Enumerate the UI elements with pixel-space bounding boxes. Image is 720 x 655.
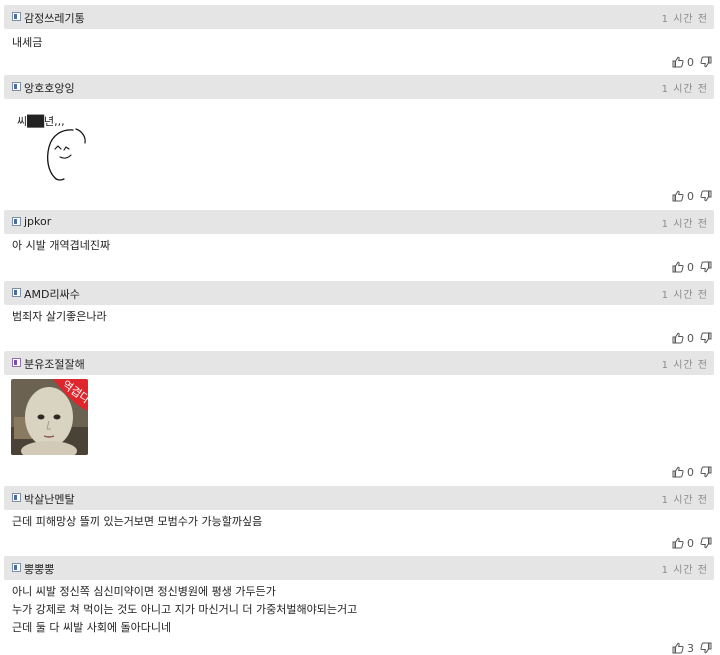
thumbs-down-icon[interactable] xyxy=(700,332,712,344)
vote-bar: 3 xyxy=(672,641,712,655)
thumbs-up-icon[interactable] xyxy=(672,466,684,478)
level-icon xyxy=(12,493,21,502)
comment-nickname[interactable]: AMD리싸수 xyxy=(24,286,80,302)
comment-nickname[interactable]: jpkor xyxy=(24,215,51,228)
thumbs-down-icon[interactable] xyxy=(700,466,712,478)
comment-time: 1 시간 전 xyxy=(661,84,708,95)
level-icon xyxy=(12,217,21,226)
vote-bar: 0 xyxy=(672,536,712,550)
thumbs-down-icon[interactable] xyxy=(700,190,712,202)
vote-bar: 0 xyxy=(672,189,712,203)
thumbs-up-icon[interactable] xyxy=(672,642,684,654)
comment-header: jpkor 1 시간 전 xyxy=(4,210,714,234)
like-count: 0 xyxy=(687,331,694,345)
like-count: 0 xyxy=(687,260,694,274)
comment-nickname[interactable]: 뿡뿡뿡 xyxy=(24,561,54,577)
comment-nickname[interactable]: 앙호호앙잉 xyxy=(24,80,75,96)
comment-body: 내세금 xyxy=(12,36,43,49)
comment-nickname[interactable]: 감정쓰레기통 xyxy=(24,10,85,26)
comment-body: 근데 피해망상 뜰끼 있는거보면 모범수가 가능할까싶음 xyxy=(12,515,263,528)
comment-header: 박살난멘탈 1 시간 전 xyxy=(4,486,714,510)
thumbs-down-icon[interactable] xyxy=(700,537,712,549)
level-icon xyxy=(12,358,21,367)
comment-body: 아 시발 개역겹네진짜 xyxy=(12,239,111,252)
thumbs-up-icon[interactable] xyxy=(672,190,684,202)
thumbs-down-icon[interactable] xyxy=(700,261,712,273)
vote-bar: 0 xyxy=(672,260,712,274)
thumbs-down-icon[interactable] xyxy=(700,642,712,654)
level-icon xyxy=(12,563,21,572)
thumbs-up-icon[interactable] xyxy=(672,332,684,344)
thumbs-up-icon[interactable] xyxy=(672,56,684,68)
comment-time: 1 시간 전 xyxy=(661,219,708,230)
comment-header: 뿡뿡뿡 1 시간 전 xyxy=(4,556,714,580)
comment-body: 범죄자 살기좋은나라 xyxy=(12,310,107,323)
like-count: 0 xyxy=(687,189,694,203)
like-count: 0 xyxy=(687,536,694,550)
thumbs-up-icon[interactable] xyxy=(672,537,684,549)
comment-nickname[interactable]: 분유조절잘해 xyxy=(24,356,85,372)
comment-time: 1 시간 전 xyxy=(661,290,708,301)
vote-bar: 0 xyxy=(672,465,712,479)
comment-header: 앙호호앙잉 1 시간 전 xyxy=(4,75,714,99)
thumbs-down-icon[interactable] xyxy=(700,56,712,68)
like-count: 3 xyxy=(687,641,694,655)
like-count: 0 xyxy=(687,55,694,69)
comment-header: 감정쓰레기통 1 시간 전 xyxy=(4,5,714,29)
level-icon xyxy=(12,12,21,21)
comment-time: 1 시간 전 xyxy=(661,14,708,25)
level-icon xyxy=(12,288,21,297)
thumbs-up-icon[interactable] xyxy=(672,261,684,273)
comment-nickname[interactable]: 박살난멘탈 xyxy=(24,491,75,507)
comment-header: AMD리싸수 1 시간 전 xyxy=(4,281,714,305)
comment-body-line: 아니 씨발 정신쪽 심신미약이면 정신병원에 평생 가두든가 xyxy=(12,585,276,598)
doodle-face-drawing xyxy=(47,128,86,181)
comment-time: 1 시간 전 xyxy=(661,565,708,576)
comment-body-line: 누가 강제로 쳐 먹이는 것도 아니고 지가 마신거니 더 가중처벌해야되는거고 xyxy=(12,603,358,616)
baby-face-sticker[interactable]: 역겹다 xyxy=(11,379,88,455)
comment-body-line: 근데 둘 다 씨발 사회에 돌아다니네 xyxy=(12,621,172,634)
comment-header: 분유조절잘해 1 시간 전 xyxy=(4,351,714,375)
level-icon xyxy=(12,82,21,91)
comment-time: 1 시간 전 xyxy=(661,360,708,371)
vote-bar: 0 xyxy=(672,331,712,345)
like-count: 0 xyxy=(687,465,694,479)
vote-bar: 0 xyxy=(672,55,712,69)
comment-time: 1 시간 전 xyxy=(661,495,708,506)
